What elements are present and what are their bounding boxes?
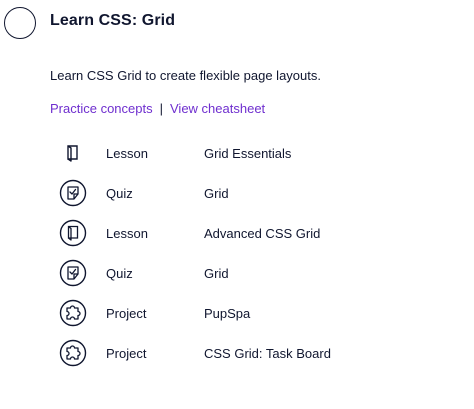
module-description: Learn CSS Grid to create flexible page l…	[50, 68, 321, 83]
item-type: Quiz	[106, 265, 133, 281]
lesson-book-icon	[58, 218, 88, 248]
item-name: Grid Essentials	[204, 145, 292, 161]
quiz-icon	[58, 178, 88, 208]
project-puzzle-icon	[58, 338, 88, 368]
link-separator: |	[159, 101, 163, 116]
item-name: Grid	[204, 185, 229, 201]
completion-status-circle[interactable]	[4, 7, 36, 39]
item-type: Quiz	[106, 185, 133, 201]
module-title: Learn CSS: Grid	[50, 12, 176, 29]
list-item[interactable]: Lesson Advanced CSS Grid	[58, 213, 460, 253]
item-name: Grid	[204, 265, 229, 281]
item-name: CSS Grid: Task Board	[204, 345, 331, 361]
list-item[interactable]: Quiz Grid	[58, 173, 460, 213]
view-cheatsheet-link[interactable]: View cheatsheet	[170, 101, 265, 116]
module-links: Practice concepts | View cheatsheet	[50, 101, 265, 116]
item-type: Project	[106, 305, 147, 321]
list-item[interactable]: Quiz Grid	[58, 253, 460, 293]
quiz-icon	[58, 258, 88, 288]
list-item[interactable]: Project CSS Grid: Task Board	[58, 333, 460, 373]
lesson-book-icon	[58, 138, 88, 168]
module-header	[4, 4, 36, 42]
practice-concepts-link[interactable]: Practice concepts	[50, 101, 153, 116]
item-name: PupSpa	[204, 305, 251, 321]
list-item[interactable]: Project PupSpa	[58, 293, 460, 333]
item-type: Lesson	[106, 145, 148, 161]
module-item-list: Lesson Grid Essentials Quiz Grid Lesson …	[58, 133, 460, 373]
item-name: Advanced CSS Grid	[204, 225, 321, 241]
project-puzzle-icon	[58, 298, 88, 328]
item-type: Project	[106, 345, 147, 361]
item-type: Lesson	[106, 225, 148, 241]
list-item[interactable]: Lesson Grid Essentials	[60, 133, 460, 173]
